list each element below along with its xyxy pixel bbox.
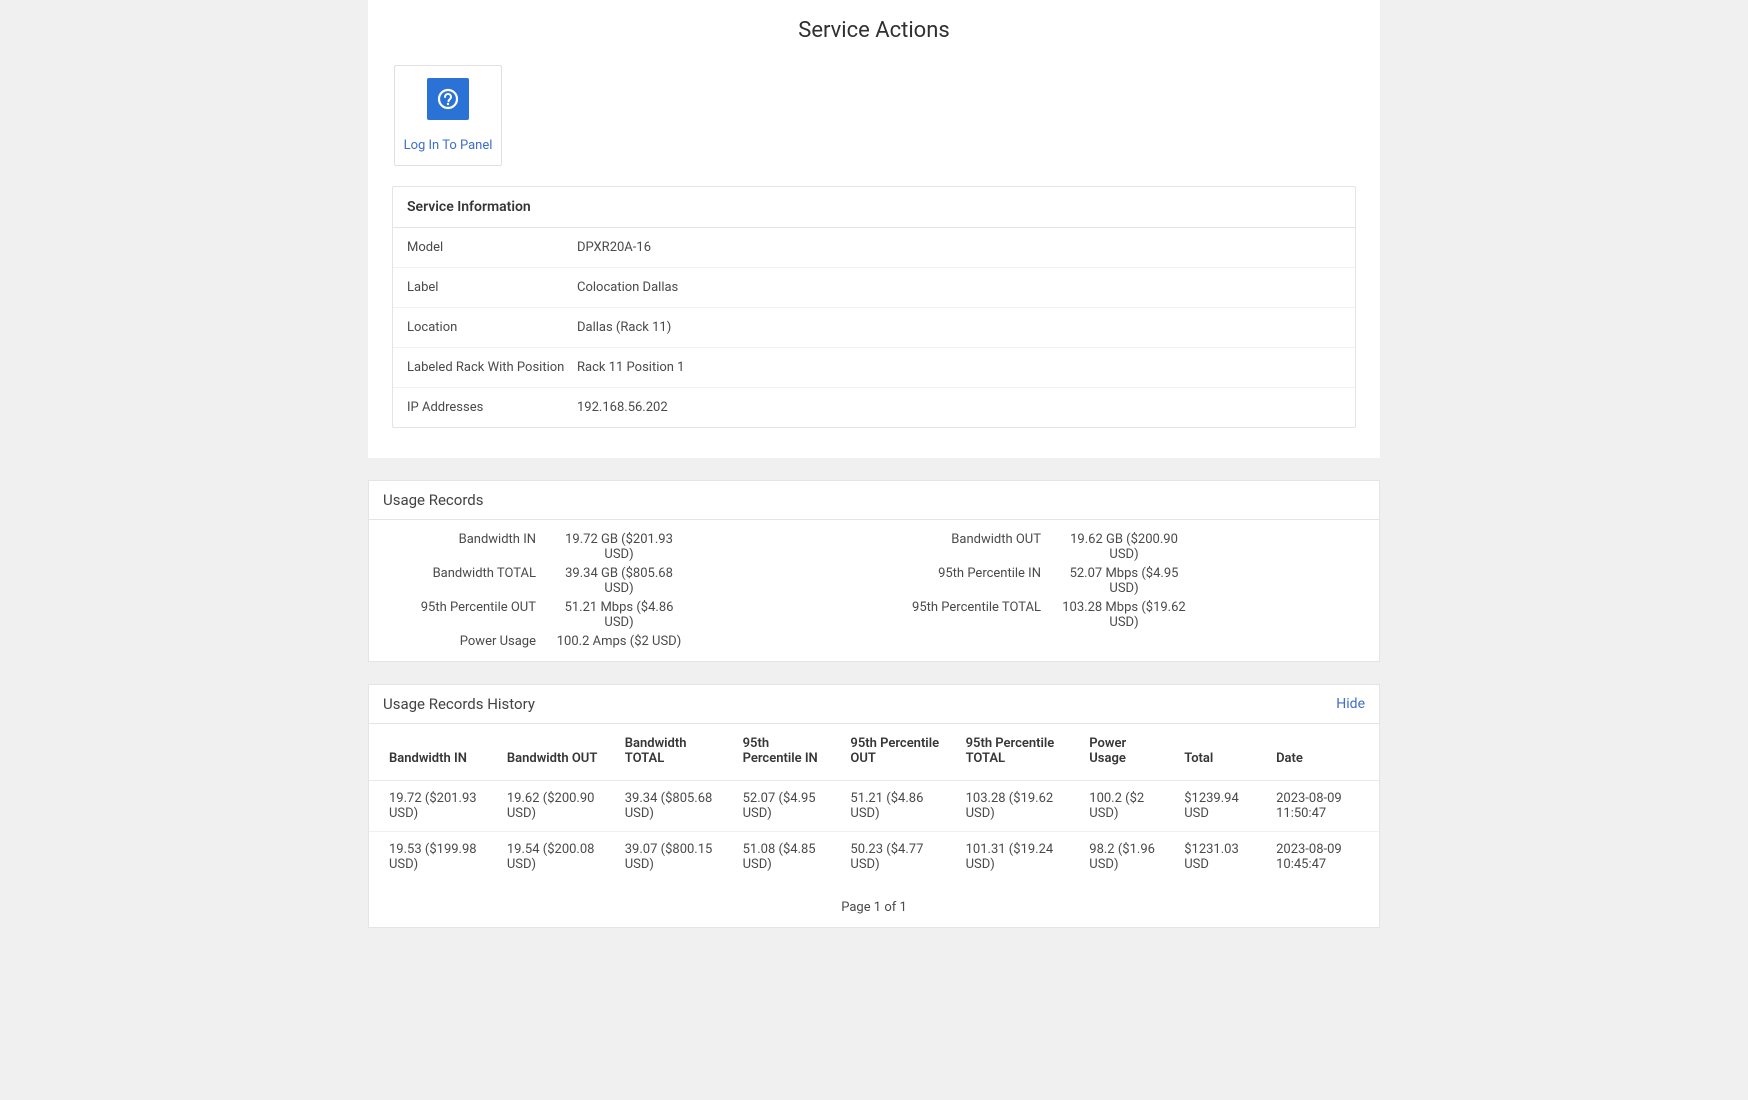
usage-item: Power Usage100.2 Amps ($2 USD)	[369, 634, 874, 649]
table-cell: $1239.94 USD	[1174, 781, 1266, 832]
service-info-row: LabelColocation Dallas	[393, 268, 1355, 308]
usage-label: 95th Percentile IN	[874, 566, 1059, 581]
usage-value: 19.72 GB ($201.93 USD)	[554, 532, 684, 562]
horizontal-scrollbar[interactable]	[368, 948, 1380, 962]
usage-value: 51.21 Mbps ($4.86 USD)	[554, 600, 684, 630]
table-cell: 52.07 ($4.95 USD)	[733, 781, 841, 832]
table-header-cell: 95th Percentile OUT	[840, 724, 955, 781]
usage-label: Bandwidth OUT	[874, 532, 1059, 547]
usage-item: 95th Percentile IN52.07 Mbps ($4.95 USD)	[874, 566, 1379, 596]
hide-link[interactable]: Hide	[1336, 696, 1365, 712]
info-label: Model	[407, 240, 577, 255]
usage-right-column: Bandwidth OUT19.62 GB ($200.90 USD)95th …	[874, 530, 1379, 651]
table-cell: 19.62 ($200.90 USD)	[497, 781, 615, 832]
usage-history-header: Usage Records History	[383, 695, 535, 713]
usage-records-header: Usage Records	[383, 491, 483, 509]
table-cell: 103.28 ($19.62 USD)	[956, 781, 1080, 832]
usage-label: 95th Percentile OUT	[369, 600, 554, 615]
usage-label: Power Usage	[369, 634, 554, 649]
service-info-row: ModelDPXR20A-16	[393, 228, 1355, 268]
table-cell: 19.72 ($201.93 USD)	[369, 781, 497, 832]
info-value: DPXR20A-16	[577, 240, 1341, 255]
table-cell: 101.31 ($19.24 USD)	[956, 832, 1080, 883]
usage-label: Bandwidth IN	[369, 532, 554, 547]
usage-value: 39.34 GB ($805.68 USD)	[554, 566, 684, 596]
table-cell: $1231.03 USD	[1174, 832, 1266, 883]
table-cell: 39.34 ($805.68 USD)	[615, 781, 733, 832]
table-row: 19.53 ($199.98 USD)19.54 ($200.08 USD)39…	[369, 832, 1379, 883]
table-cell: 19.53 ($199.98 USD)	[369, 832, 497, 883]
table-cell: 2023-08-09 10:45:47	[1266, 832, 1379, 883]
history-table: Bandwidth INBandwidth OUTBandwidth TOTAL…	[369, 724, 1379, 882]
service-info-row: Labeled Rack With PositionRack 11 Positi…	[393, 348, 1355, 388]
table-header-cell: 95th Percentile TOTAL	[956, 724, 1080, 781]
usage-value: 19.62 GB ($200.90 USD)	[1059, 532, 1189, 562]
table-cell: 98.2 ($1.96 USD)	[1079, 832, 1174, 883]
info-label: Label	[407, 280, 577, 295]
info-value: 192.168.56.202	[577, 400, 1341, 415]
info-label: IP Addresses	[407, 400, 577, 415]
usage-label: 95th Percentile TOTAL	[874, 600, 1059, 615]
login-panel-label: Log In To Panel	[401, 138, 495, 153]
table-header-cell: Date	[1266, 724, 1379, 781]
info-value: Rack 11 Position 1	[577, 360, 1341, 375]
usage-records-card: Usage Records Bandwidth IN19.72 GB ($201…	[368, 480, 1380, 662]
usage-item: Bandwidth TOTAL39.34 GB ($805.68 USD)	[369, 566, 874, 596]
service-info-card: Service Information ModelDPXR20A-16Label…	[392, 186, 1356, 428]
usage-item: 95th Percentile TOTAL103.28 Mbps ($19.62…	[874, 600, 1379, 630]
table-cell: 50.23 ($4.77 USD)	[840, 832, 955, 883]
usage-history-card: Usage Records History Hide Bandwidth INB…	[368, 684, 1380, 928]
usage-item: Bandwidth IN19.72 GB ($201.93 USD)	[369, 532, 874, 562]
table-cell: 51.21 ($4.86 USD)	[840, 781, 955, 832]
usage-left-column: Bandwidth IN19.72 GB ($201.93 USD)Bandwi…	[369, 530, 874, 651]
usage-value: 100.2 Amps ($2 USD)	[554, 634, 684, 649]
table-cell: 39.07 ($800.15 USD)	[615, 832, 733, 883]
table-header-cell: Bandwidth OUT	[497, 724, 615, 781]
usage-item: Bandwidth OUT19.62 GB ($200.90 USD)	[874, 532, 1379, 562]
usage-value: 103.28 Mbps ($19.62 USD)	[1059, 600, 1189, 630]
table-header-cell: 95th Percentile IN	[733, 724, 841, 781]
service-actions-card: Service Actions Log In To Panel Service …	[368, 0, 1380, 458]
service-info-row: IP Addresses192.168.56.202	[393, 388, 1355, 427]
info-label: Labeled Rack With Position	[407, 360, 577, 375]
info-value: Dallas (Rack 11)	[577, 320, 1341, 335]
table-cell: 51.08 ($4.85 USD)	[733, 832, 841, 883]
service-info-row: LocationDallas (Rack 11)	[393, 308, 1355, 348]
panel-icon	[427, 78, 469, 120]
pagination: Page 1 of 1	[369, 882, 1379, 927]
service-info-header: Service Information	[393, 187, 1355, 228]
info-value: Colocation Dallas	[577, 280, 1341, 295]
table-cell: 2023-08-09 11:50:47	[1266, 781, 1379, 832]
info-label: Location	[407, 320, 577, 335]
table-header-cell: Total	[1174, 724, 1266, 781]
usage-value: 52.07 Mbps ($4.95 USD)	[1059, 566, 1189, 596]
table-header-cell: Power Usage	[1079, 724, 1174, 781]
table-row: 19.72 ($201.93 USD)19.62 ($200.90 USD)39…	[369, 781, 1379, 832]
table-header-cell: Bandwidth IN	[369, 724, 497, 781]
page-title: Service Actions	[388, 18, 1360, 43]
table-cell: 19.54 ($200.08 USD)	[497, 832, 615, 883]
login-panel-tile[interactable]: Log In To Panel	[394, 65, 502, 166]
table-header-cell: Bandwidth TOTAL	[615, 724, 733, 781]
usage-label: Bandwidth TOTAL	[369, 566, 554, 581]
table-cell: 100.2 ($2 USD)	[1079, 781, 1174, 832]
usage-item: 95th Percentile OUT51.21 Mbps ($4.86 USD…	[369, 600, 874, 630]
